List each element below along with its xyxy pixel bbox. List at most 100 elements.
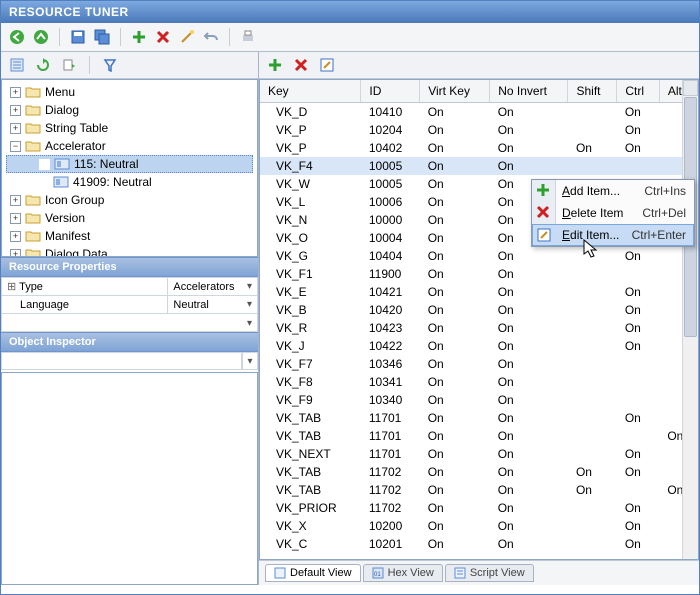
- expander-icon[interactable]: +: [10, 123, 21, 134]
- table-row[interactable]: VK_P10204OnOnOn: [260, 121, 698, 139]
- add-item-button[interactable]: [265, 55, 285, 75]
- menu-item[interactable]: Edit Item...Ctrl+Enter: [532, 224, 694, 246]
- context-menu[interactable]: Add Item...Ctrl+InsDelete ItemCtrl+DelEd…: [531, 179, 695, 247]
- up-button[interactable]: [31, 27, 51, 47]
- table-row[interactable]: VK_X10200OnOnOn: [260, 517, 698, 535]
- delete-item-button[interactable]: [291, 55, 311, 75]
- tree-node[interactable]: 41909: Neutral: [6, 173, 253, 191]
- column-header[interactable]: ID: [361, 80, 420, 103]
- print-button[interactable]: [238, 27, 258, 47]
- scroll-up-icon[interactable]: [683, 80, 698, 96]
- table-row[interactable]: VK_B10420OnOnOn: [260, 301, 698, 319]
- table-row[interactable]: VK_TAB11702OnOnOnOn: [260, 481, 698, 499]
- expander-icon[interactable]: [38, 177, 49, 188]
- prop-value[interactable]: Neutral: [173, 299, 208, 311]
- table-row[interactable]: VK_C10201OnOnOn: [260, 535, 698, 553]
- table-row[interactable]: VK_TAB11701OnOnOn: [260, 427, 698, 445]
- tree-node[interactable]: +Menu: [6, 83, 253, 101]
- table-row[interactable]: VK_NEXT11701OnOnOn: [260, 445, 698, 463]
- tree-node[interactable]: +Manifest: [6, 227, 253, 245]
- table-row[interactable]: VK_R10423OnOnOn: [260, 319, 698, 337]
- prop-value[interactable]: Accelerators: [173, 281, 234, 293]
- table-row[interactable]: VK_F410005OnOn: [260, 157, 698, 175]
- expander-icon[interactable]: −: [10, 141, 21, 152]
- tree-node[interactable]: +String Table: [6, 119, 253, 137]
- folder-icon: [25, 85, 41, 99]
- chevron-down-icon[interactable]: ▾: [247, 318, 252, 329]
- vertical-scrollbar[interactable]: [682, 80, 698, 559]
- menu-item[interactable]: Delete ItemCtrl+Del: [532, 202, 694, 224]
- column-header[interactable]: Virt Key: [420, 80, 490, 103]
- table-row[interactable]: VK_J10422OnOnOn: [260, 337, 698, 355]
- column-header[interactable]: Key: [260, 80, 361, 103]
- cell: 10201: [361, 535, 420, 553]
- expander-icon[interactable]: +: [10, 195, 21, 206]
- refresh-icon[interactable]: [33, 55, 53, 75]
- table-row[interactable]: VK_E10421OnOnOn: [260, 283, 698, 301]
- table-row[interactable]: VK_PRIOR11702OnOnOn: [260, 499, 698, 517]
- disk-button[interactable]: [68, 27, 88, 47]
- chevron-down-icon[interactable]: ▾: [247, 299, 252, 310]
- cell: [568, 337, 617, 355]
- export-icon[interactable]: [59, 55, 79, 75]
- cell: 11702: [361, 499, 420, 517]
- cell: On: [617, 103, 659, 121]
- tree-label: 41909: Neutral: [73, 175, 152, 189]
- undo-button[interactable]: [201, 27, 221, 47]
- folder-icon: [25, 103, 41, 117]
- folder-icon: [25, 121, 41, 135]
- table-row[interactable]: VK_F710346OnOn: [260, 355, 698, 373]
- cell: 11701: [361, 427, 420, 445]
- chevron-down-icon[interactable]: ▾: [247, 356, 252, 367]
- table-row[interactable]: VK_TAB11702OnOnOnOn: [260, 463, 698, 481]
- table-row[interactable]: VK_F810341OnOn: [260, 373, 698, 391]
- expander-icon[interactable]: +: [10, 87, 21, 98]
- cell: VK_O: [260, 229, 361, 247]
- resource-properties[interactable]: ⊞ Type Accelerators▾ Language Neutral▾ ▾: [1, 277, 258, 332]
- tree-node[interactable]: +Icon Group: [6, 191, 253, 209]
- table-row[interactable]: VK_P10402OnOnOnOn: [260, 139, 698, 157]
- back-button[interactable]: [7, 27, 27, 47]
- tab-default-view[interactable]: Default View: [265, 564, 361, 582]
- tree-node[interactable]: +Version: [6, 209, 253, 227]
- accelerator-grid-wrap: KeyIDVirt KeyNo InvertShiftCtrlAlt VK_D1…: [259, 79, 699, 560]
- main-toolbar: [1, 23, 699, 52]
- table-row[interactable]: VK_D10410OnOnOn: [260, 103, 698, 121]
- expander-icon[interactable]: +: [10, 231, 21, 242]
- menu-item[interactable]: Add Item...Ctrl+Ins: [532, 180, 694, 202]
- expander-icon[interactable]: +: [10, 105, 21, 116]
- column-header[interactable]: Shift: [568, 80, 617, 103]
- tab-hex-view[interactable]: 01Hex View: [363, 564, 443, 582]
- chevron-down-icon[interactable]: ▾: [247, 281, 252, 292]
- tree-view-icon[interactable]: [7, 55, 27, 75]
- cell: On: [420, 175, 490, 193]
- tab-script-view[interactable]: Script View: [445, 564, 534, 582]
- tree-node[interactable]: +Dialog: [6, 101, 253, 119]
- wand-button[interactable]: [177, 27, 197, 47]
- disks-button[interactable]: [92, 27, 112, 47]
- tree-node[interactable]: −Accelerator: [6, 137, 253, 155]
- expander-icon[interactable]: +: [10, 213, 21, 224]
- edit-item-button[interactable]: [317, 55, 337, 75]
- column-header[interactable]: No Invert: [490, 80, 568, 103]
- table-row[interactable]: VK_G10404OnOnOn: [260, 247, 698, 265]
- object-inspector[interactable]: [1, 372, 258, 585]
- column-header[interactable]: Ctrl: [617, 80, 659, 103]
- table-row[interactable]: VK_TAB11701OnOnOn: [260, 409, 698, 427]
- resource-tree[interactable]: +Menu+Dialog+String Table−Accelerator115…: [1, 79, 258, 257]
- accelerator-grid[interactable]: KeyIDVirt KeyNo InvertShiftCtrlAlt VK_D1…: [260, 80, 698, 553]
- add-button[interactable]: [129, 27, 149, 47]
- delete-button[interactable]: [153, 27, 173, 47]
- tree-label: Dialog Data: [45, 247, 108, 257]
- expander-icon[interactable]: +: [10, 249, 21, 258]
- cell: [568, 301, 617, 319]
- filter-icon[interactable]: [100, 55, 120, 75]
- cell: On: [490, 139, 568, 157]
- cell: On: [490, 103, 568, 121]
- expander-icon[interactable]: [39, 159, 50, 170]
- cell: [568, 283, 617, 301]
- tree-node[interactable]: 115: Neutral: [6, 155, 253, 173]
- tree-node[interactable]: + Dialog Data: [6, 245, 253, 257]
- table-row[interactable]: VK_F111900OnOn: [260, 265, 698, 283]
- table-row[interactable]: VK_F910340OnOn: [260, 391, 698, 409]
